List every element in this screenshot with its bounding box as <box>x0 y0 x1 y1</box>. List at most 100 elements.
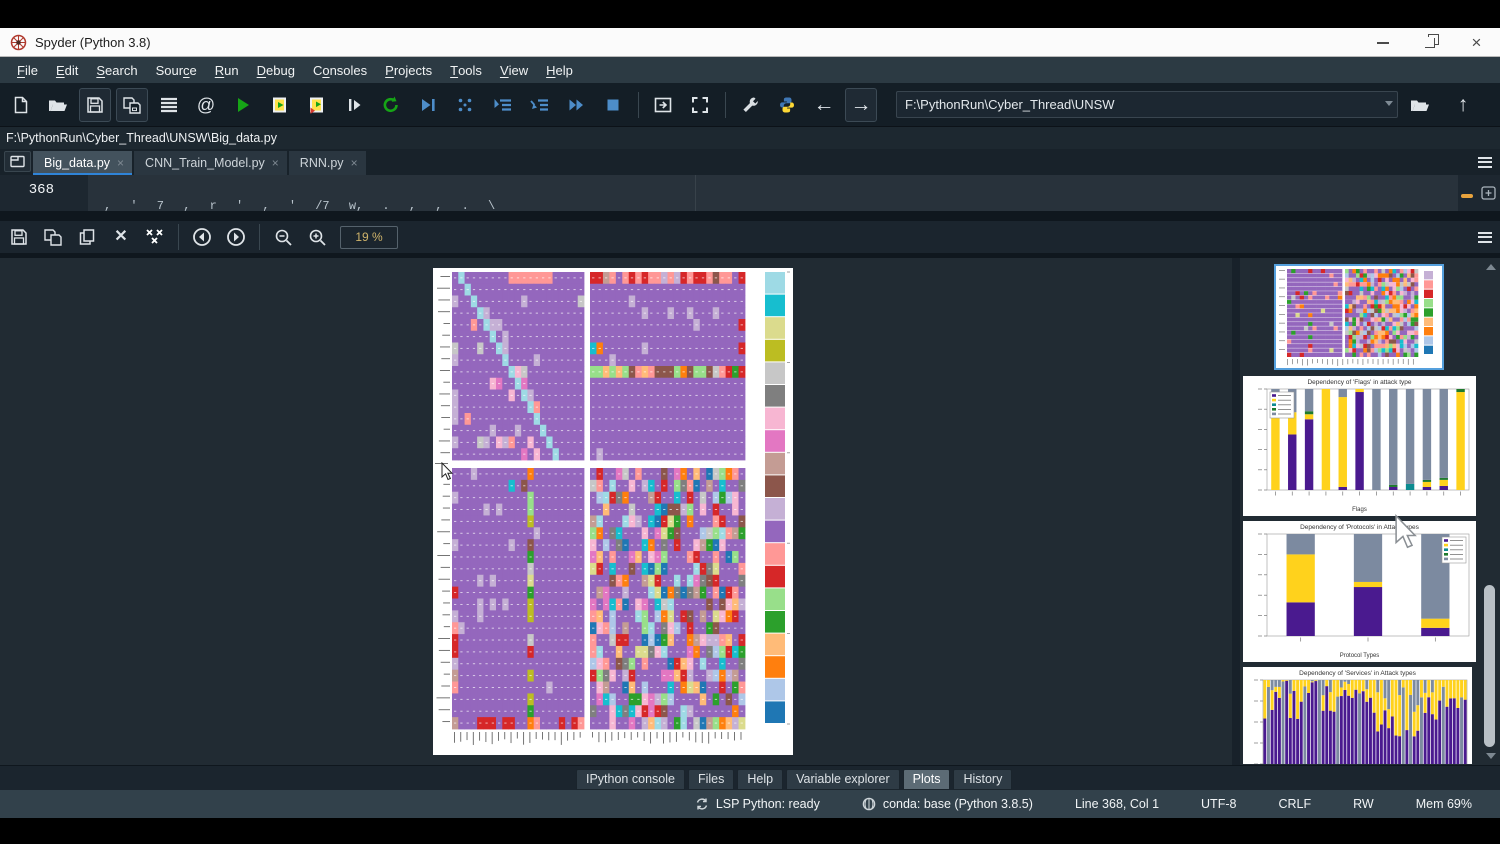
close-button[interactable]: × <box>1453 28 1500 57</box>
split-editor-icon[interactable] <box>1481 186 1496 200</box>
bottom-pane-tabbar: IPython consoleFilesHelpVariable explore… <box>0 765 1500 790</box>
save-all-plots-button[interactable] <box>38 223 68 251</box>
line-number-gutter: 368 <box>0 175 88 211</box>
remove-all-plots-button[interactable] <box>140 223 170 251</box>
tab-label: RNN.py <box>300 156 344 170</box>
plots-display-area <box>0 258 1232 765</box>
scroll-down-icon[interactable] <box>1486 753 1496 759</box>
pane-tab-history[interactable]: History <box>953 769 1012 790</box>
save-all-button[interactable] <box>116 88 148 122</box>
editor-tab-big-data-py[interactable]: Big_data.py × <box>33 151 132 175</box>
file-switcher-button[interactable] <box>153 88 185 122</box>
stop-button[interactable] <box>597 88 629 122</box>
editor-tab-cnn-train-model-py[interactable]: CNN_Train_Model.py× <box>134 151 287 175</box>
pane-tab-files[interactable]: Files <box>688 769 734 790</box>
main-plot-figure <box>433 268 793 755</box>
menu-debug[interactable]: Debug <box>248 57 304 83</box>
working-directory-combobox[interactable]: F:\PythonRun\Cyber_Thread\UNSW <box>896 91 1398 118</box>
menu-file[interactable]: File <box>8 57 47 83</box>
back-button[interactable]: ← <box>808 88 840 122</box>
plot-zoom-level[interactable]: 19 % <box>340 226 398 249</box>
tab-close-icon[interactable]: × <box>351 156 358 170</box>
bottom-letterbox <box>0 818 1500 844</box>
editor-code-line: , ' 7 , r ' , ' /7 w, . , , . \ <box>104 199 495 211</box>
editor-pane[interactable]: , ' 7 , r ' , ' /7 w, . , , . \ 368 <box>0 175 1500 211</box>
pane-splitter[interactable] <box>0 211 1500 221</box>
save-plot-button[interactable] <box>4 223 34 251</box>
pane-tab-ipython-console[interactable]: IPython console <box>576 769 685 790</box>
next-plot-button[interactable] <box>221 223 251 251</box>
toolbar-separator <box>178 224 179 250</box>
step-into-button[interactable] <box>523 88 555 122</box>
remove-plot-button[interactable]: ✕ <box>106 223 136 251</box>
pane-tab-help[interactable]: Help <box>737 769 783 790</box>
thumbnail-services-canvas <box>1243 667 1472 764</box>
step-over-button[interactable] <box>486 88 518 122</box>
zoom-in-button[interactable] <box>302 223 332 251</box>
new-file-button[interactable] <box>5 88 37 122</box>
cursor-position: Line 368, Col 1 <box>1075 797 1159 811</box>
python-path-button[interactable] <box>771 88 803 122</box>
plot-thumbnail-services[interactable]: Dependency of 'Services' in Attack types <box>1243 667 1472 764</box>
editor-options-menu-icon[interactable] <box>1478 154 1492 170</box>
menu-run[interactable]: Run <box>206 57 248 83</box>
run-selection-button[interactable] <box>338 88 370 122</box>
previous-plot-button[interactable] <box>187 223 217 251</box>
open-file-button[interactable] <box>42 88 74 122</box>
scrollbar-thumb[interactable] <box>1484 585 1495 747</box>
protocols-chart-title: Dependency of 'Protocols' in Attack type… <box>1243 524 1476 531</box>
menu-consoles[interactable]: Consoles <box>304 57 376 83</box>
conda-status[interactable]: conda: base (Python 3.8.5) <box>862 797 1033 811</box>
plot-thumbnail-heatmap[interactable] <box>1274 264 1444 370</box>
browse-working-directory-button[interactable] <box>1404 88 1436 122</box>
conda-status-label: conda: base (Python 3.8.5) <box>883 797 1033 811</box>
tab-label: Big_data.py <box>44 156 110 170</box>
preferences-button[interactable] <box>734 88 766 122</box>
zoom-out-button[interactable] <box>268 223 298 251</box>
menu-tools[interactable]: Tools <box>441 57 491 83</box>
menu-view[interactable]: View <box>491 57 537 83</box>
run-cell-button[interactable] <box>264 88 296 122</box>
code-area[interactable]: , ' 7 , r ' , ' /7 w, . , , . \ <box>88 175 1458 211</box>
thumbnail-flags-canvas <box>1243 376 1476 516</box>
debug-file-button[interactable] <box>412 88 444 122</box>
menu-source[interactable]: Source <box>147 57 206 83</box>
tab-close-icon[interactable]: × <box>272 156 279 170</box>
pane-tab-variable-explorer[interactable]: Variable explorer <box>786 769 900 790</box>
menu-help[interactable]: Help <box>537 57 582 83</box>
go-to-parent-directory-button[interactable]: ↑ <box>1447 88 1479 122</box>
fullscreen-button[interactable] <box>684 88 716 122</box>
minimize-button[interactable] <box>1359 28 1406 57</box>
tab-close-icon[interactable]: × <box>117 156 124 170</box>
chevron-down-icon[interactable] <box>1385 101 1393 106</box>
symbol-finder-button[interactable]: @ <box>190 88 222 122</box>
pane-tab-plots[interactable]: Plots <box>903 769 951 790</box>
re-run-last-cell-button[interactable] <box>375 88 407 122</box>
forward-button[interactable]: → <box>845 88 877 122</box>
plot-thumbnail-protocols[interactable]: Dependency of 'Protocols' in Attack type… <box>1243 521 1476 662</box>
top-letterbox <box>0 0 1500 28</box>
plots-options-menu-icon[interactable] <box>1478 229 1492 245</box>
debug-cell-button[interactable] <box>449 88 481 122</box>
menu-projects[interactable]: Projects <box>376 57 441 83</box>
flags-chart-xlabel: Flags <box>1243 507 1476 513</box>
lsp-status[interactable]: LSP Python: ready <box>695 797 820 811</box>
save-file-button[interactable] <box>79 88 111 122</box>
copy-image-button[interactable] <box>72 223 102 251</box>
thumbnails-scrollbar[interactable] <box>1482 258 1498 765</box>
menu-search[interactable]: Search <box>87 57 146 83</box>
thumbnail-protocols-canvas <box>1243 521 1476 662</box>
run-file-button[interactable] <box>227 88 259 122</box>
scroll-up-icon[interactable] <box>1486 264 1496 270</box>
flags-chart-title: Dependency of 'Flags' in attack type <box>1243 379 1476 386</box>
restore-button[interactable] <box>1406 28 1453 57</box>
plot-thumbnail-flags[interactable]: Dependency of 'Flags' in attack type Fla… <box>1243 376 1476 516</box>
maximize-pane-button[interactable] <box>647 88 679 122</box>
run-cell-advance-button[interactable] <box>301 88 333 122</box>
continue-button[interactable] <box>560 88 592 122</box>
editor-tab-rnn-py[interactable]: RNN.py × <box>289 151 366 175</box>
menu-edit[interactable]: Edit <box>47 57 87 83</box>
line-number: 368 <box>29 182 54 198</box>
browse-tabs-button[interactable] <box>4 151 31 172</box>
editor-scroll-flag-area[interactable] <box>1458 175 1500 211</box>
